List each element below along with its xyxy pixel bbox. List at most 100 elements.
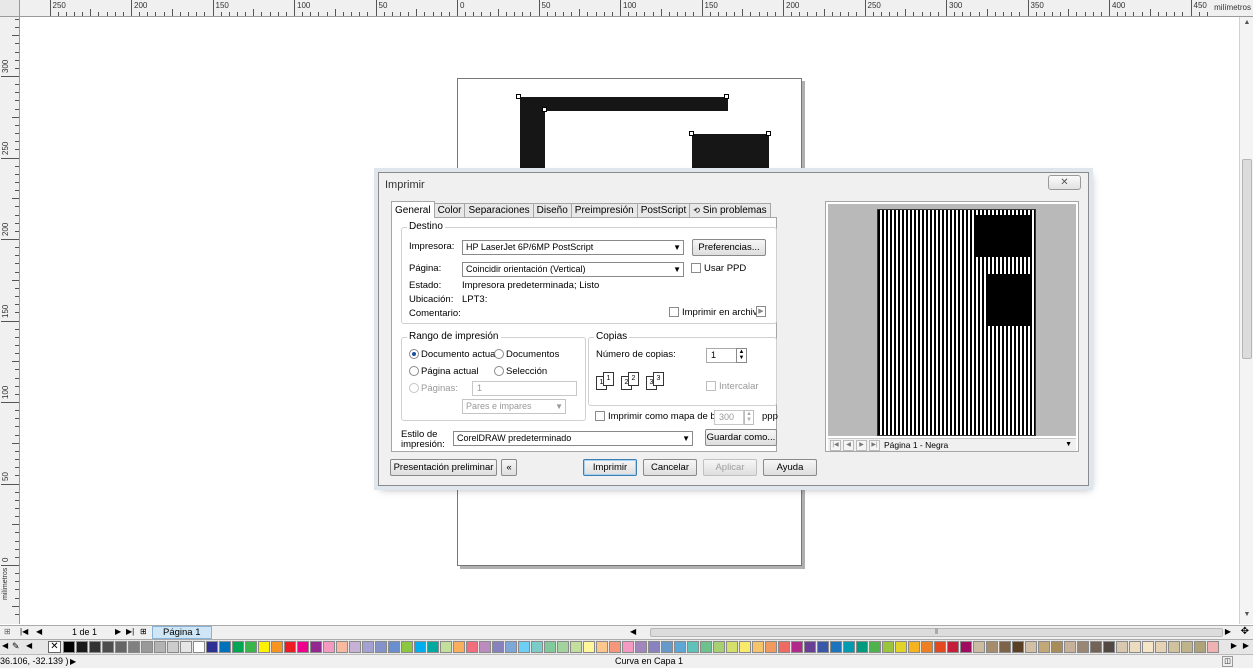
color-swatch[interactable] <box>804 641 816 653</box>
scroll-left-icon[interactable]: ◀ <box>630 627 636 636</box>
color-swatch[interactable] <box>557 641 569 653</box>
color-swatch[interactable] <box>245 641 257 653</box>
tab-separations[interactable]: Separaciones <box>464 203 534 218</box>
color-swatch[interactable] <box>297 641 309 653</box>
color-swatch[interactable] <box>219 641 231 653</box>
color-swatch[interactable] <box>544 641 556 653</box>
apply-button[interactable]: Aplicar <box>703 459 757 476</box>
color-swatch[interactable] <box>206 641 218 653</box>
print-style-select[interactable]: CorelDRAW predeterminado ▼ <box>453 431 693 446</box>
color-swatch[interactable] <box>674 641 686 653</box>
color-swatch[interactable] <box>921 641 933 653</box>
scroll-down-icon[interactable]: ▼ <box>1242 611 1252 621</box>
color-swatch[interactable] <box>1129 641 1141 653</box>
selection-handle[interactable] <box>724 94 729 99</box>
print-to-file-options-icon[interactable]: ▶ <box>756 306 766 317</box>
palette-scroll-right-icon[interactable]: ▶ <box>1231 641 1237 650</box>
first-page-icon[interactable]: |◀ <box>830 440 841 451</box>
color-swatch[interactable] <box>1038 641 1050 653</box>
color-swatch[interactable] <box>947 641 959 653</box>
color-swatch[interactable] <box>1194 641 1206 653</box>
color-swatch[interactable] <box>830 641 842 653</box>
color-swatch[interactable] <box>375 641 387 653</box>
color-swatch[interactable] <box>193 641 205 653</box>
color-swatch[interactable] <box>609 641 621 653</box>
cancel-button[interactable]: Cancelar <box>643 459 697 476</box>
color-swatch[interactable] <box>1116 641 1128 653</box>
color-swatch[interactable] <box>752 641 764 653</box>
color-swatch[interactable] <box>960 641 972 653</box>
bitmap-resolution-input[interactable]: 300 <box>714 410 744 425</box>
add-page-icon[interactable]: ⊞ <box>4 627 11 636</box>
last-page-icon[interactable]: ▶| <box>126 627 134 636</box>
prev-page-icon[interactable]: ◀ <box>843 440 854 451</box>
color-swatch[interactable] <box>115 641 127 653</box>
vertical-ruler[interactable]: 300 250 200 150 100 50 0 <box>0 17 20 624</box>
next-page-icon[interactable]: ▶ <box>856 440 867 451</box>
color-swatch[interactable] <box>856 641 868 653</box>
selection-handle[interactable] <box>766 131 771 136</box>
color-swatch[interactable] <box>492 641 504 653</box>
print-preview-button[interactable]: Presentación preliminar <box>390 459 497 476</box>
use-ppd-checkbox[interactable] <box>691 263 701 273</box>
color-swatch[interactable] <box>401 641 413 653</box>
color-swatch[interactable] <box>1207 641 1219 653</box>
prev-page-icon[interactable]: ◀ <box>36 627 42 636</box>
vertical-scrollbar[interactable]: ▲ ▼ <box>1239 17 1253 624</box>
color-swatch[interactable] <box>141 641 153 653</box>
color-swatch[interactable] <box>1025 641 1037 653</box>
navigator-icon[interactable]: ✥ <box>1241 626 1249 637</box>
color-swatch[interactable] <box>1103 641 1115 653</box>
pages-radio[interactable] <box>409 383 419 393</box>
vertical-scroll-thumb[interactable] <box>1242 159 1252 359</box>
collate-checkbox[interactable] <box>706 381 716 391</box>
no-color-swatch[interactable]: ✕ <box>48 641 61 653</box>
first-page-icon[interactable]: |◀ <box>20 627 28 636</box>
color-swatch[interactable] <box>76 641 88 653</box>
color-swatch[interactable] <box>817 641 829 653</box>
ruler-origin-corner[interactable] <box>0 0 20 17</box>
status-arrow-icon[interactable]: ▶ <box>70 655 76 668</box>
printer-select[interactable]: HP LaserJet 6P/6MP PostScript ▼ <box>462 240 684 255</box>
color-swatch[interactable] <box>791 641 803 653</box>
color-swatch[interactable] <box>1012 641 1024 653</box>
collapse-preview-icon[interactable]: « <box>501 459 517 476</box>
color-swatch[interactable] <box>518 641 530 653</box>
color-swatch[interactable] <box>505 641 517 653</box>
palette-menu-icon[interactable]: ◀ <box>26 641 32 650</box>
color-swatch[interactable] <box>1064 641 1076 653</box>
color-swatch[interactable] <box>843 641 855 653</box>
color-swatch[interactable] <box>362 641 374 653</box>
color-swatch[interactable] <box>479 641 491 653</box>
number-of-copies-input[interactable]: 1 <box>706 348 739 363</box>
color-swatch[interactable] <box>102 641 114 653</box>
color-swatch[interactable] <box>999 641 1011 653</box>
color-swatch[interactable] <box>1077 641 1089 653</box>
color-swatch[interactable] <box>453 641 465 653</box>
color-swatch[interactable] <box>1142 641 1154 653</box>
color-swatch[interactable] <box>427 641 439 653</box>
color-swatch[interactable] <box>1051 641 1063 653</box>
color-swatch[interactable] <box>1168 641 1180 653</box>
tab-general[interactable]: General <box>391 201 435 218</box>
add-page-after-icon[interactable]: ⊞ <box>140 627 147 636</box>
color-swatch[interactable] <box>622 641 634 653</box>
color-swatch[interactable] <box>583 641 595 653</box>
color-swatch[interactable] <box>466 641 478 653</box>
color-swatch[interactable] <box>180 641 192 653</box>
current-document-radio[interactable] <box>409 349 419 359</box>
color-swatch[interactable] <box>414 641 426 653</box>
print-to-file-checkbox[interactable] <box>669 307 679 317</box>
color-swatch[interactable] <box>284 641 296 653</box>
current-page-radio[interactable] <box>409 366 419 376</box>
scroll-right-icon[interactable]: ▶ <box>1225 627 1231 636</box>
color-swatch[interactable] <box>869 641 881 653</box>
help-button[interactable]: Ayuda <box>763 459 817 476</box>
color-swatch[interactable] <box>1155 641 1167 653</box>
tab-layout[interactable]: Diseño <box>532 203 572 218</box>
color-swatch[interactable] <box>323 641 335 653</box>
color-swatch[interactable] <box>908 641 920 653</box>
color-swatch[interactable] <box>986 641 998 653</box>
color-swatch[interactable] <box>661 641 673 653</box>
color-swatch[interactable] <box>310 641 322 653</box>
